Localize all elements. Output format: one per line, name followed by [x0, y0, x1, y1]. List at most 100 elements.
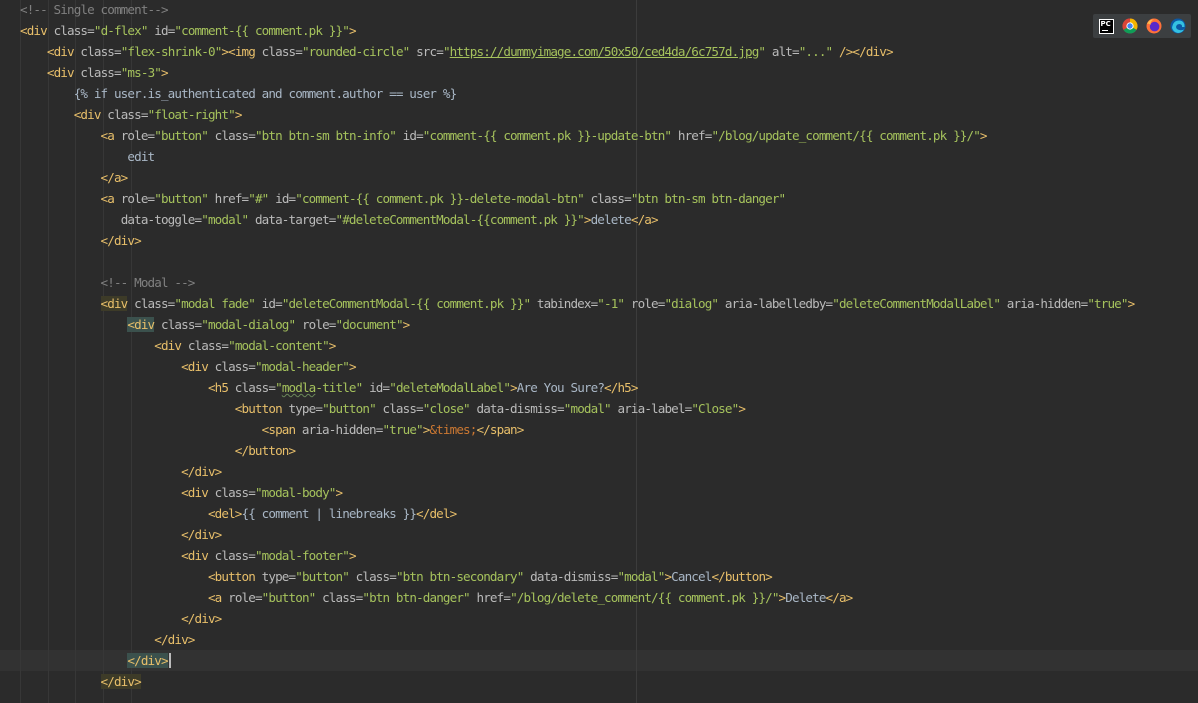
- code-token: </div>: [181, 464, 222, 479]
- code-token: "dialog": [664, 296, 719, 311]
- code-token: <div: [181, 485, 209, 500]
- code-line[interactable]: <!-- Modal -->: [20, 272, 1134, 293]
- code-line[interactable]: <div class="modal-footer">: [20, 545, 1134, 566]
- code-line[interactable]: <div class="ms-3">: [20, 62, 1134, 83]
- code-line[interactable]: <div class="modal-header">: [20, 356, 1134, 377]
- code-token: modla: [281, 380, 316, 395]
- code-token: class=: [207, 128, 256, 143]
- code-line[interactable]: </div>: [20, 524, 1134, 545]
- pycharm-icon[interactable]: PC: [1096, 16, 1116, 36]
- code-line[interactable]: <div class="modal-body">: [20, 482, 1134, 503]
- code-line[interactable]: </div>: [20, 608, 1134, 629]
- code-token: <div: [73, 107, 102, 122]
- code-line[interactable]: <del>{{ comment | linebreaks }}</del>: [20, 503, 1134, 524]
- code-line[interactable]: edit: [20, 146, 1134, 167]
- code-token: ": [275, 380, 283, 395]
- code-token: "comment-{{ comment.pk }}-delete-modal-b…: [295, 191, 584, 206]
- code-line[interactable]: <span aria-hidden="true">&times;</span>: [20, 419, 1134, 440]
- code-token: class=: [228, 380, 276, 395]
- code-token: </div>: [100, 233, 142, 248]
- code-token: edit: [20, 149, 155, 164]
- code-line[interactable]: <!-- Single comment-->: [20, 0, 1134, 20]
- code-token: >: [161, 65, 169, 80]
- code-editor[interactable]: <!-- Single comment--> <div class="d-flex…: [0, 0, 1198, 703]
- code-line[interactable]: data-toggle="modal" data-target="#delete…: [20, 209, 1134, 230]
- code-token: "-1": [597, 296, 625, 311]
- code-token: </h5>: [604, 380, 638, 395]
- code-token: "btn btn-sm btn-info": [254, 128, 397, 143]
- code-line[interactable]: <h5 class="modla-title" id="deleteModalL…: [20, 377, 1134, 398]
- code-token: &times;: [429, 422, 477, 437]
- code-token: data-dismiss=: [523, 569, 618, 584]
- code-line[interactable]: <a role="button" class="btn btn-sm btn-i…: [20, 125, 1134, 146]
- code-token: "button": [154, 128, 209, 143]
- code-token: class=: [73, 65, 121, 80]
- code-line[interactable]: {% if user.is_authenticated and comment.…: [20, 83, 1134, 104]
- code-token: <!-- Modal -->: [100, 275, 196, 290]
- code-token: >: [979, 128, 988, 143]
- code-token: "modal": [563, 401, 612, 416]
- code-token: </button>: [711, 569, 772, 584]
- code-token: >: [234, 107, 243, 122]
- code-line[interactable]: </div>: [20, 650, 1134, 671]
- code-token: class=: [207, 548, 256, 563]
- code-line[interactable]: <a role="button" href="#" id="comment-{{…: [20, 188, 1134, 209]
- code-line[interactable]: <div class="modal fade" id="deleteCommen…: [20, 293, 1135, 314]
- code-token: >: [328, 338, 337, 353]
- code-token: <h5: [207, 380, 229, 395]
- code-line[interactable]: <div class="modal-dialog" role="document…: [20, 314, 1134, 335]
- code-line[interactable]: <div class="d-flex" id="comment-{{ comme…: [20, 20, 1134, 41]
- code-token: role=: [624, 296, 665, 311]
- code-line[interactable]: <div class="modal-content">: [20, 335, 1134, 356]
- code-text[interactable]: <!-- Single comment--> <div class="d-flex…: [20, 0, 1135, 692]
- code-token: id=: [362, 380, 390, 395]
- chrome-icon[interactable]: [1120, 16, 1140, 36]
- code-line[interactable]: </div>: [20, 671, 1134, 692]
- code-token: "...": [798, 44, 833, 59]
- code-line[interactable]: </button>: [20, 440, 1134, 461]
- code-token: "document": [335, 317, 404, 332]
- code-token: <div: [100, 296, 128, 311]
- code-token: "comment-{{ comment.pk }}": [174, 23, 349, 38]
- code-token: <span: [261, 422, 296, 437]
- code-token: </a>: [825, 590, 854, 605]
- code-line[interactable]: <div class="float-right">: [20, 104, 1134, 125]
- code-token: "modal-header": [254, 359, 350, 374]
- code-token: <div: [154, 338, 182, 353]
- code-token: <button: [207, 569, 256, 584]
- code-token: aria-hidden=: [295, 422, 383, 437]
- code-token: </del>: [416, 506, 457, 521]
- code-line[interactable]: <button type="button" class="close" data…: [20, 398, 1134, 419]
- code-line[interactable]: </div>: [20, 461, 1134, 482]
- code-line[interactable]: </a>: [20, 167, 1134, 188]
- code-token: <button: [234, 401, 283, 416]
- code-line[interactable]: <button type="button" class="btn btn-sec…: [20, 566, 1134, 587]
- code-line[interactable]: </div>: [20, 230, 1134, 251]
- code-token: {% if user.is_authenticated and comment.…: [20, 86, 457, 101]
- code-token: "true": [382, 422, 423, 437]
- code-token: >: [738, 401, 746, 416]
- code-token: </a>: [630, 212, 659, 227]
- code-line[interactable]: <div class="flex-shrink-0"><img class="r…: [20, 41, 1134, 62]
- edge-icon[interactable]: [1168, 16, 1188, 36]
- code-token: class=: [73, 44, 121, 59]
- code-token: class=: [375, 401, 423, 416]
- code-token: "modal-body": [254, 485, 336, 500]
- code-line[interactable]: [20, 251, 1134, 272]
- code-token: >: [583, 212, 592, 227]
- firefox-icon[interactable]: [1144, 16, 1164, 36]
- code-line[interactable]: </div>: [20, 629, 1134, 650]
- code-line[interactable]: <a role="button" class="btn btn-danger" …: [20, 587, 1134, 608]
- code-token: "btn btn-sm btn-danger": [630, 191, 786, 206]
